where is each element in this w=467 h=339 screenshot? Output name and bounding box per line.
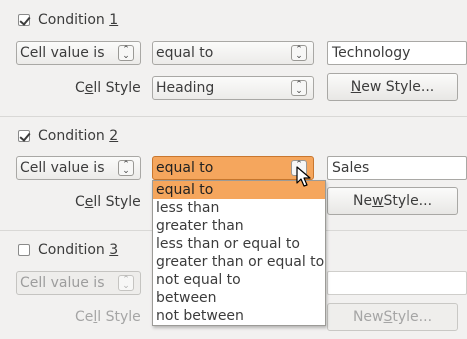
dropdown-option-not-between[interactable]: not between [153, 307, 325, 325]
condition-1-operator-select[interactable]: equal to ⌃ ⌄ [152, 41, 314, 65]
condition-2-value-input[interactable]: Sales [327, 156, 467, 180]
operator-dropdown-list[interactable]: equal to less than greater than less tha… [152, 180, 326, 326]
condition-1-value-input[interactable]: Technology [327, 41, 467, 65]
separator [0, 116, 467, 117]
condition-1-label: Condition 1 [38, 12, 119, 28]
up-down-chevron-icon: ⌃⌄ [118, 160, 134, 176]
condition-3-value-input [327, 271, 467, 295]
condition-2-toggle[interactable]: Condition 2 [18, 126, 118, 146]
condition-1-toggle[interactable]: Condition 1 [18, 10, 118, 30]
condition-2-operand-select[interactable]: Cell value is ⌃ ⌄ [16, 156, 141, 180]
condition-1-operand-select[interactable]: Cell value is ⌃ ⌄ [16, 41, 141, 65]
condition-1-checkbox[interactable] [18, 14, 30, 26]
dropdown-option-greater-than[interactable]: greater than [153, 217, 325, 235]
condition-3-operand-select: Cell value is ⌃ ⌄ [16, 271, 141, 295]
condition-2-label: Condition 2 [38, 128, 119, 144]
condition-1-cell-style-label: Ce ll Style [75, 80, 141, 96]
dropdown-option-less-than[interactable]: less than [153, 199, 325, 217]
condition-3-cell-style-label: Ce l l Style [75, 309, 141, 325]
dropdown-option-not-equal-to[interactable]: not equal to [153, 271, 325, 289]
condition-2-new-style-button[interactable]: Ne w Style... [327, 187, 458, 215]
condition-3-label: Condition 3 [38, 242, 119, 258]
up-down-chevron-icon: ⌃⌄ [118, 275, 134, 291]
dropdown-option-greater-than-or-equal-to[interactable]: greater than or equal to [153, 253, 325, 271]
condition-2-cell-style-label: Ce ll Style [75, 194, 141, 210]
condition-3-toggle[interactable]: Condition 3 [18, 240, 118, 260]
up-down-chevron-icon: ⌃⌄ [291, 80, 307, 96]
up-down-chevron-icon: ⌃⌄ [291, 45, 307, 61]
condition-1-new-style-button[interactable]: New Style... [327, 73, 458, 101]
condition-2-operator-select[interactable]: equal to ⌃⌄ [152, 156, 314, 180]
dropdown-option-between[interactable]: between [153, 289, 325, 307]
mouse-pointer-icon [296, 166, 311, 187]
condition-3-checkbox[interactable] [18, 244, 30, 256]
condition-1-cell-style-select[interactable]: Heading ⌃ ⌄ [152, 76, 314, 100]
up-down-chevron-icon: ⌃⌄ [118, 45, 134, 61]
condition-2-checkbox[interactable] [18, 130, 30, 142]
condition-3-new-style-button: New Style... [327, 303, 458, 331]
dropdown-option-less-than-or-equal-to[interactable]: less than or equal to [153, 235, 325, 253]
